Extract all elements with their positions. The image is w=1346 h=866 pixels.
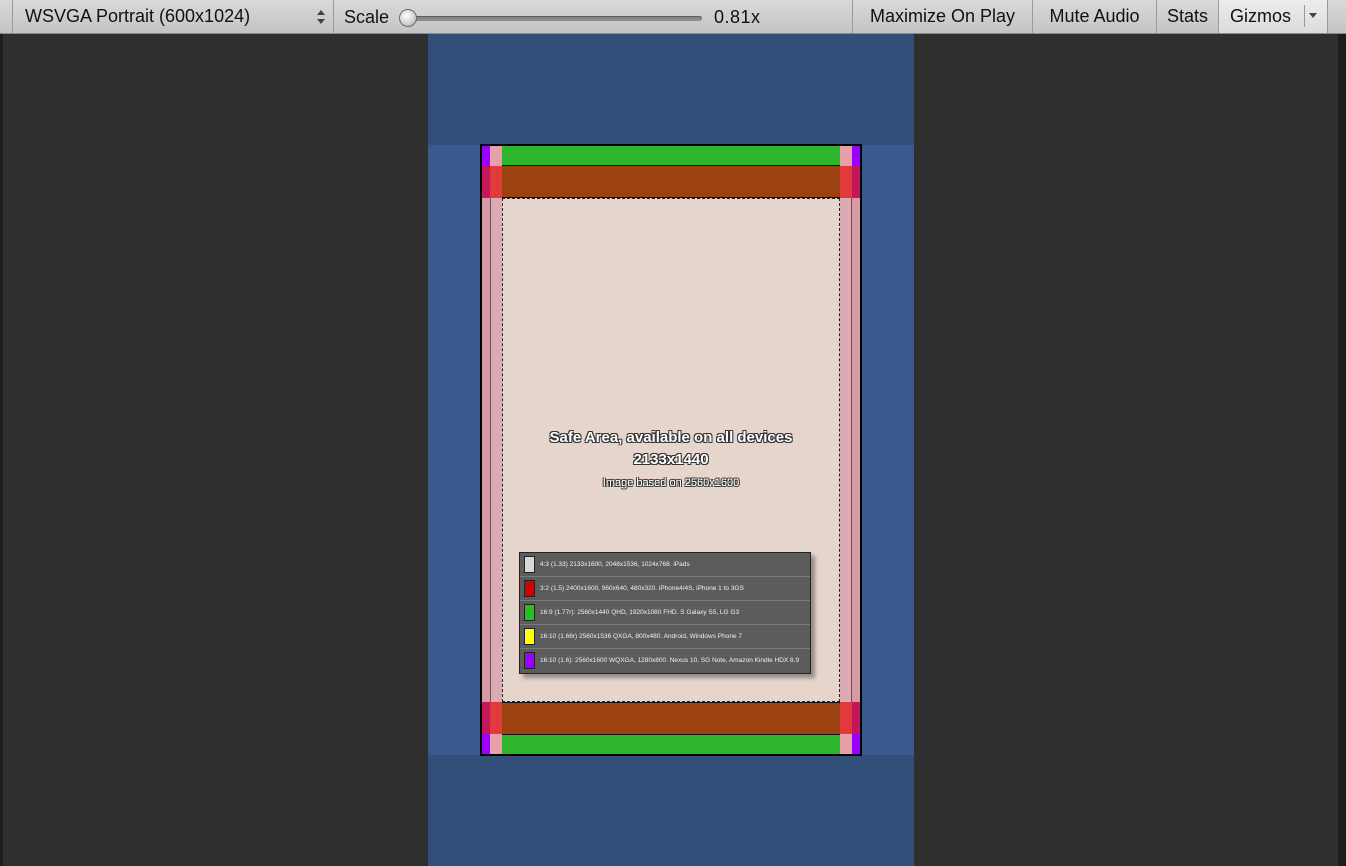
- stats-button[interactable]: Stats: [1157, 0, 1219, 33]
- resolution-label: WSVGA Portrait (600x1024): [25, 6, 251, 26]
- legend-text: 16:10 (1.6): 2560x1600 WQXGA, 1280x800. …: [540, 657, 800, 664]
- legend-row: 16:10 (1.6): 2560x1600 WQXGA, 1280x800. …: [520, 649, 810, 673]
- corner-purple-bottom-right: [852, 734, 860, 754]
- scale-label: Scale: [344, 7, 390, 27]
- legend-row: 16:9 (1.77r): 2560x1440 QHD, 1920x1080 F…: [520, 601, 810, 625]
- legend-swatch: [524, 628, 535, 645]
- corner-pink-bottom-right: [840, 734, 852, 754]
- legend-swatch: [524, 556, 535, 573]
- legend-swatch: [524, 604, 535, 621]
- window-edge-right: [1338, 34, 1346, 866]
- scale-slider-track[interactable]: [404, 16, 702, 21]
- gizmos-button[interactable]: Gizmos: [1219, 0, 1328, 33]
- corner-magenta-top-left: [482, 166, 490, 198]
- legend-row: 3:2 (1.5) 2400x1600, 960x640, 480x320. i…: [520, 577, 810, 601]
- corner-magenta-top-right: [852, 166, 860, 198]
- game-view-toolbar: WSVGA Portrait (600x1024) Scale 0.81x Ma…: [0, 0, 1346, 34]
- legend-swatch: [524, 580, 535, 597]
- green-band-bottom: [502, 734, 840, 754]
- corner-pink-top-right: [840, 146, 852, 166]
- corner-red-bottom-right: [840, 702, 852, 734]
- corner-purple-top-right: [852, 146, 860, 166]
- side-strip-left: [490, 198, 502, 702]
- corner-red-bottom-left: [490, 702, 502, 734]
- gizmos-label: Gizmos: [1230, 6, 1292, 26]
- corner-pink-top-left: [490, 146, 502, 166]
- updown-arrows-icon: [317, 10, 325, 24]
- resolution-dropdown[interactable]: WSVGA Portrait (600x1024): [12, 0, 334, 33]
- corner-red-top-left: [490, 166, 502, 198]
- gizmos-separator: [1304, 5, 1305, 27]
- green-band-top: [502, 146, 840, 166]
- maximize-on-play-button[interactable]: Maximize On Play: [852, 0, 1033, 33]
- legend-row: 4:3 (1.33) 2133x1600, 2048x1536, 1024x76…: [520, 553, 810, 577]
- window-edge-left: [0, 34, 3, 866]
- corner-magenta-bottom-right: [852, 702, 860, 734]
- corner-red-top-right: [840, 166, 852, 198]
- legend-row: 16:10 (1.66r) 2560x1536 QXGA, 800x480. A…: [520, 625, 810, 649]
- scale-value: 0.81x: [714, 7, 761, 27]
- aspect-ratio-legend: 4:3 (1.33) 2133x1600, 2048x1536, 1024x76…: [519, 552, 811, 674]
- corner-purple-top-left: [482, 146, 490, 166]
- chevron-down-icon[interactable]: [1309, 13, 1317, 18]
- corner-magenta-bottom-left: [482, 702, 490, 734]
- corner-pink-bottom-left: [490, 734, 502, 754]
- legend-text: 16:9 (1.77r): 2560x1440 QHD, 1920x1080 F…: [540, 609, 740, 616]
- legend-text: 3:2 (1.5) 2400x1600, 960x640, 480x320. i…: [540, 585, 744, 592]
- side-strip-right: [840, 198, 852, 702]
- legend-swatch: [524, 652, 535, 669]
- orange-band-bottom: [502, 702, 840, 734]
- legend-text: 16:10 (1.66r) 2560x1536 QXGA, 800x480. A…: [540, 633, 742, 640]
- device-safe-area-image: Safe Area, available on all devices 2133…: [480, 144, 862, 756]
- corner-purple-bottom-left: [482, 734, 490, 754]
- scale-slider-thumb[interactable]: [399, 9, 417, 27]
- legend-text: 4:3 (1.33) 2133x1600, 2048x1536, 1024x76…: [540, 561, 690, 568]
- orange-band-top: [502, 166, 840, 198]
- mute-audio-button[interactable]: Mute Audio: [1033, 0, 1157, 33]
